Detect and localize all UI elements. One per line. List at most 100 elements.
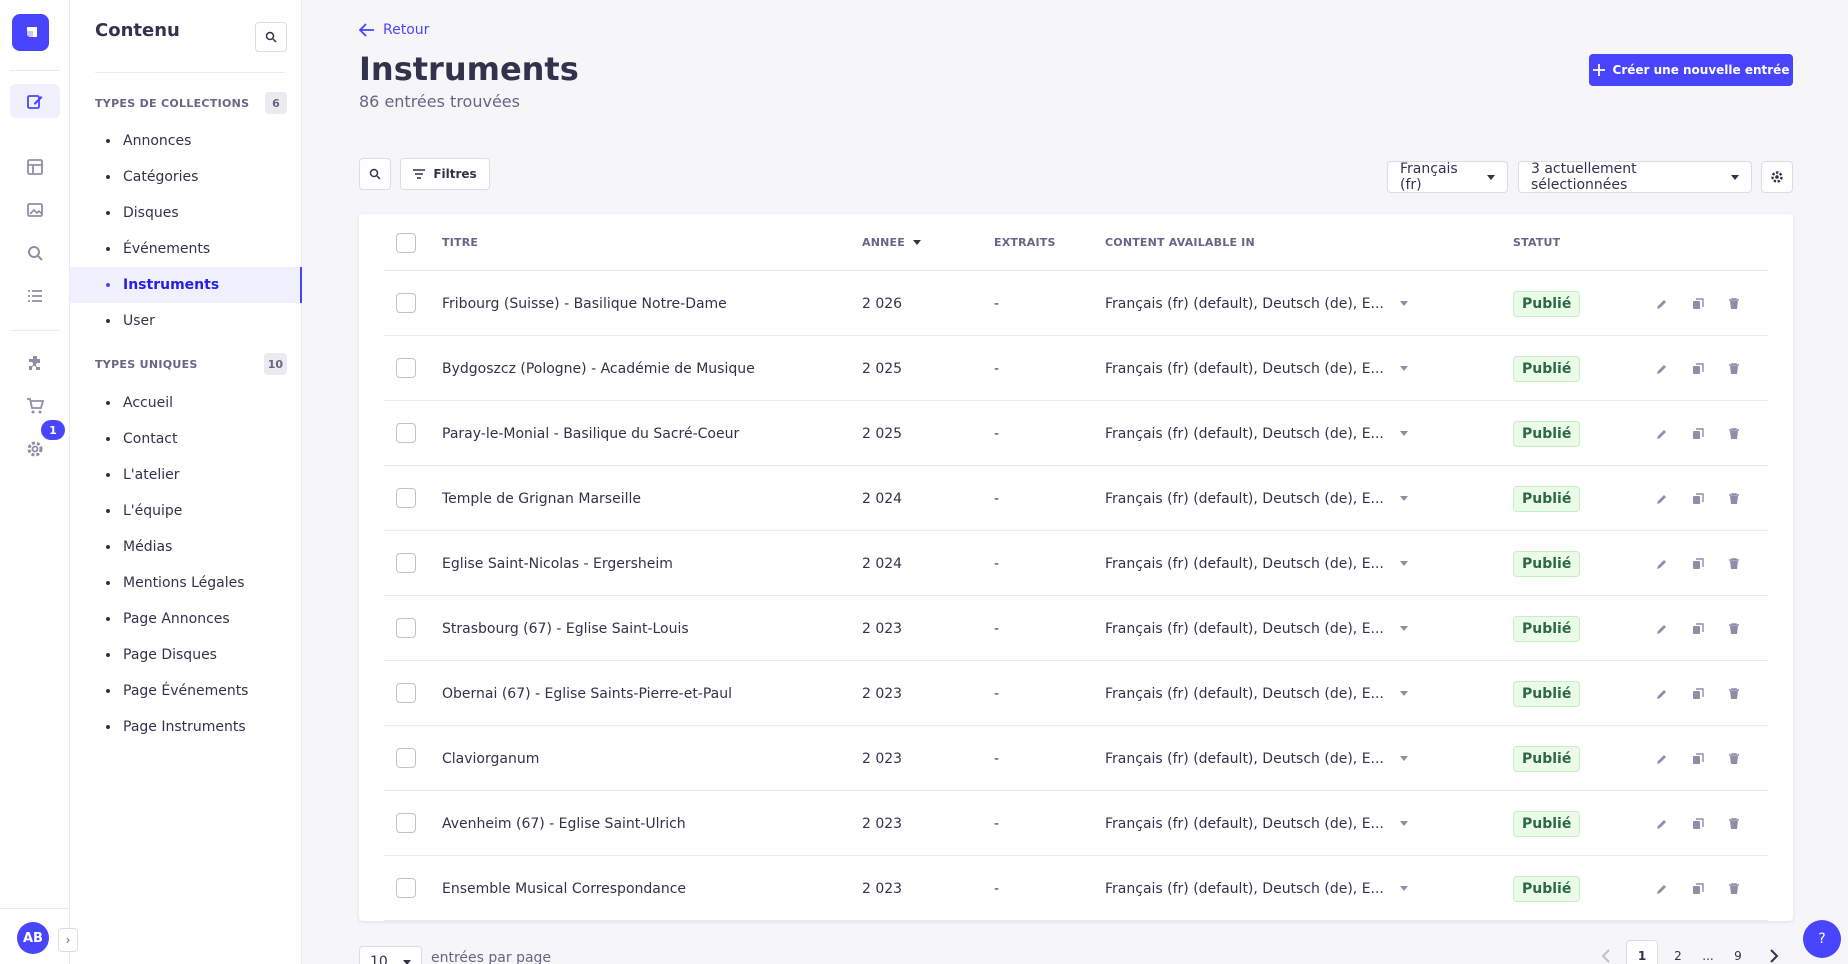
subnav-item-user[interactable]: User: [70, 303, 302, 339]
row-checkbox[interactable]: [396, 748, 416, 768]
available-locales-dropdown[interactable]: Français (fr) (default), Deutsch (de), E…: [1105, 791, 1408, 856]
edit-icon[interactable]: [1652, 879, 1672, 899]
list-icon[interactable]: [10, 279, 60, 313]
edit-icon[interactable]: [1652, 424, 1672, 444]
page-2-button[interactable]: 2: [1662, 940, 1694, 964]
subnav-item-disques[interactable]: Disques: [70, 195, 302, 231]
row-checkbox[interactable]: [396, 488, 416, 508]
subnav-search-button[interactable]: [255, 22, 287, 52]
edit-icon[interactable]: [1652, 749, 1672, 769]
trash-icon[interactable]: [1724, 879, 1744, 899]
subnav-item-accueil[interactable]: Accueil: [70, 385, 302, 421]
available-locales-dropdown[interactable]: Français (fr) (default), Deutsch (de), E…: [1105, 466, 1408, 531]
edit-icon[interactable]: [1652, 294, 1672, 314]
locale-select[interactable]: Français (fr): [1387, 161, 1508, 193]
column-header-excerpts[interactable]: EXTRAITS: [994, 236, 1056, 249]
available-locales-dropdown[interactable]: Français (fr) (default), Deutsch (de), E…: [1105, 531, 1408, 596]
trash-icon[interactable]: [1724, 814, 1744, 834]
edit-icon[interactable]: [1652, 814, 1672, 834]
table-row[interactable]: Temple de Grignan Marseille 2 024 - Françai…: [384, 466, 1768, 531]
row-checkbox[interactable]: [396, 553, 416, 573]
previous-page-button[interactable]: [1590, 940, 1622, 964]
back-link[interactable]: Retour: [359, 22, 429, 38]
trash-icon[interactable]: [1724, 619, 1744, 639]
available-locales-dropdown[interactable]: Français (fr) (default), Deutsch (de), E…: [1105, 726, 1408, 791]
table-row[interactable]: Avenheim (67) - Eglise Saint-Ulrich 2 023…: [384, 791, 1768, 856]
table-row[interactable]: Paray-le-Monial - Basilique du Sacré-Coe…: [384, 401, 1768, 466]
trash-icon[interactable]: [1724, 489, 1744, 509]
subnav-item-page-disques[interactable]: Page Disques: [70, 637, 302, 673]
table-row[interactable]: Claviorganum 2 023 - Français (fr) (default…: [384, 726, 1768, 791]
column-header-year[interactable]: ANNEE: [862, 236, 921, 249]
marketplace-icon[interactable]: [10, 389, 60, 423]
available-locales-dropdown[interactable]: Français (fr) (default), Deutsch (de), E…: [1105, 856, 1408, 921]
subnav-item-categories[interactable]: Catégories: [70, 159, 302, 195]
page-1-button[interactable]: 1: [1626, 940, 1658, 964]
edit-icon[interactable]: [1652, 619, 1672, 639]
collection-types-header[interactable]: TYPES DE COLLECTIONS 6: [95, 92, 287, 114]
user-avatar[interactable]: AB: [17, 922, 49, 954]
subnav-item-evenements[interactable]: Événements: [70, 231, 302, 267]
row-checkbox[interactable]: [396, 423, 416, 443]
subnav-item-contact[interactable]: Contact: [70, 421, 302, 457]
available-locales-dropdown[interactable]: Français (fr) (default), Deutsch (de), E…: [1105, 401, 1408, 466]
help-button[interactable]: ?: [1803, 920, 1841, 958]
available-locales-dropdown[interactable]: Français (fr) (default), Deutsch (de), E…: [1105, 271, 1408, 336]
available-locales-dropdown[interactable]: Français (fr) (default), Deutsch (de), E…: [1105, 596, 1408, 661]
duplicate-icon[interactable]: [1688, 554, 1708, 574]
trash-icon[interactable]: [1724, 294, 1744, 314]
duplicate-icon[interactable]: [1688, 489, 1708, 509]
row-checkbox[interactable]: [396, 358, 416, 378]
row-checkbox[interactable]: [396, 618, 416, 638]
trash-icon[interactable]: [1724, 359, 1744, 379]
page-9-button[interactable]: 9: [1722, 940, 1754, 964]
content-manager-icon[interactable]: [10, 84, 60, 118]
next-page-button[interactable]: [1758, 940, 1790, 964]
table-row[interactable]: Obernai (67) - Eglise Saints-Pierre-et-P…: [384, 661, 1768, 726]
table-row[interactable]: Strasbourg (67) - Eglise Saint-Louis 2 02…: [384, 596, 1768, 661]
available-locales-dropdown[interactable]: Français (fr) (default), Deutsch (de), E…: [1105, 661, 1408, 726]
table-row[interactable]: Bydgoszcz (Pologne) - Académie de Musiqu…: [384, 336, 1768, 401]
trash-icon[interactable]: [1724, 684, 1744, 704]
trash-icon[interactable]: [1724, 554, 1744, 574]
subnav-item-mentions-legales[interactable]: Mentions Légales: [70, 565, 302, 601]
select-all-checkbox[interactable]: [396, 233, 416, 253]
subnav-item-page-annonces[interactable]: Page Annonces: [70, 601, 302, 637]
content-type-builder-icon[interactable]: [10, 150, 60, 184]
table-row[interactable]: Fribourg (Suisse) - Basilique Notre-Dame…: [384, 271, 1768, 336]
edit-icon[interactable]: [1652, 554, 1672, 574]
duplicate-icon[interactable]: [1688, 294, 1708, 314]
edit-icon[interactable]: [1652, 489, 1672, 509]
strapi-logo[interactable]: [12, 14, 49, 51]
table-row[interactable]: Ensemble Musical Correspondance 2 023 - Fra…: [384, 856, 1768, 921]
search-icon[interactable]: [10, 236, 60, 270]
row-checkbox[interactable]: [396, 878, 416, 898]
plugins-icon[interactable]: [10, 346, 60, 380]
subnav-item-annonces[interactable]: Annonces: [70, 123, 302, 159]
per-page-select[interactable]: 10: [359, 946, 422, 964]
single-types-header[interactable]: TYPES UNIQUES 10: [95, 353, 287, 375]
duplicate-icon[interactable]: [1688, 424, 1708, 444]
create-entry-button[interactable]: Créer une nouvelle entrée: [1589, 54, 1793, 86]
duplicate-icon[interactable]: [1688, 359, 1708, 379]
filters-button[interactable]: Filtres: [400, 158, 490, 190]
duplicate-icon[interactable]: [1688, 879, 1708, 899]
duplicate-icon[interactable]: [1688, 749, 1708, 769]
subnav-item-medias[interactable]: Médias: [70, 529, 302, 565]
subnav-item-instruments[interactable]: Instruments: [70, 267, 302, 303]
table-search-button[interactable]: [359, 158, 391, 190]
available-locales-dropdown[interactable]: Français (fr) (default), Deutsch (de), E…: [1105, 336, 1408, 401]
subnav-item-atelier[interactable]: L'atelier: [70, 457, 302, 493]
edit-icon[interactable]: [1652, 684, 1672, 704]
column-header-title[interactable]: TITRE: [442, 236, 478, 249]
subnav-item-page-evenements[interactable]: Page Événements: [70, 673, 302, 709]
table-row[interactable]: Eglise Saint-Nicolas - Ergersheim 2 024 - F…: [384, 531, 1768, 596]
duplicate-icon[interactable]: [1688, 684, 1708, 704]
subnav-item-page-instruments[interactable]: Page Instruments: [70, 709, 302, 745]
trash-icon[interactable]: [1724, 424, 1744, 444]
duplicate-icon[interactable]: [1688, 619, 1708, 639]
media-library-icon[interactable]: [10, 193, 60, 227]
row-checkbox[interactable]: [396, 683, 416, 703]
columns-select[interactable]: 3 actuellement sélectionnées: [1518, 161, 1752, 193]
subnav-item-equipe[interactable]: L'équipe: [70, 493, 302, 529]
